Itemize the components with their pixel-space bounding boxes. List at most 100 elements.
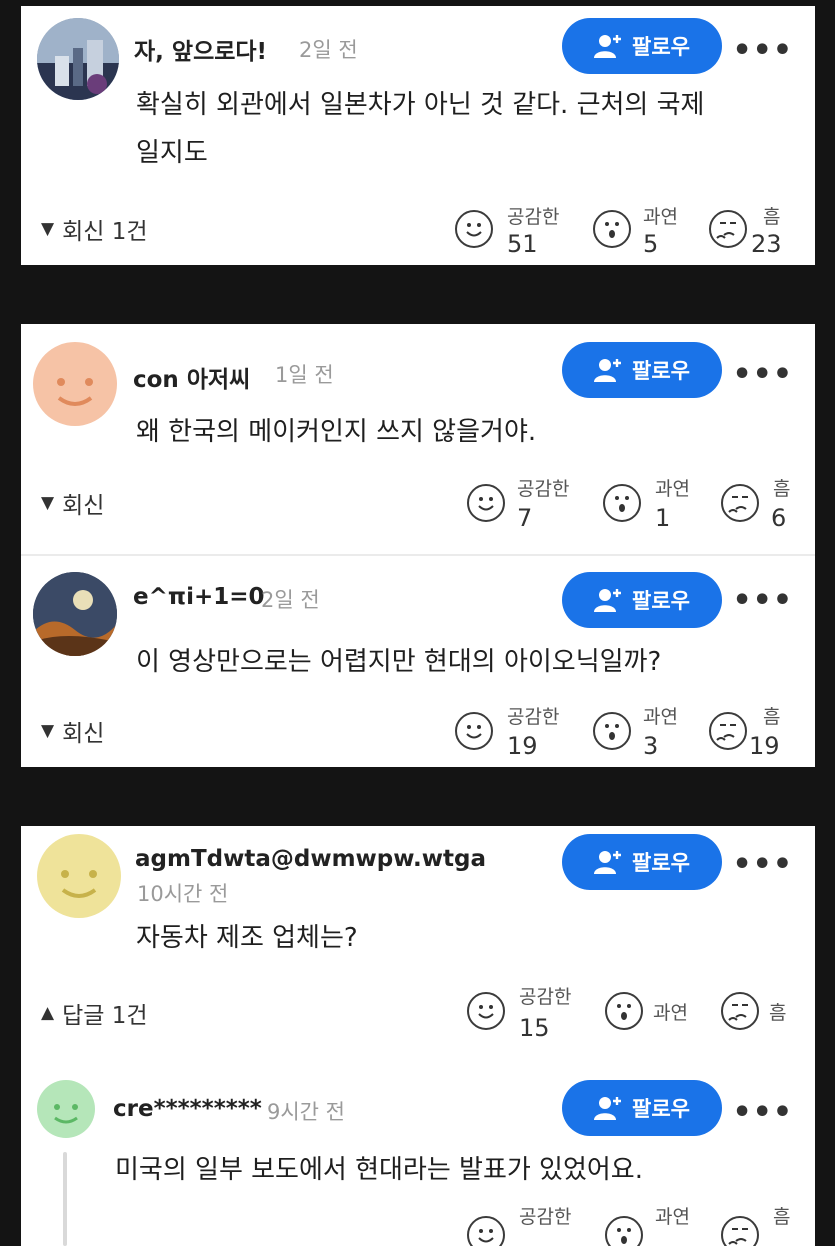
reaction-label: 과연 — [653, 1002, 688, 1024]
reaction-hmm[interactable]: 흠 — [721, 1202, 811, 1246]
reaction-label: 과연 — [655, 478, 690, 500]
caret-down-icon: ▼ — [41, 219, 55, 239]
follow-button[interactable]: 팔로우 — [562, 834, 722, 890]
follow-label: 팔로우 — [632, 851, 690, 875]
more-options-button[interactable]: ••• — [732, 1098, 793, 1128]
commenter-name[interactable]: e^πi+1=0 — [133, 584, 265, 610]
reaction-label: 공감한 — [519, 986, 572, 1008]
reaction-like[interactable]: 공감한 — [467, 1202, 587, 1246]
thinking-face-icon — [709, 210, 747, 248]
commenter-name[interactable]: cre********* — [113, 1096, 262, 1122]
reaction-label: 흠 — [773, 478, 791, 500]
reaction-hmm[interactable]: 흠 23 — [709, 202, 809, 262]
thinking-face-icon — [721, 1216, 759, 1246]
reaction-count: 1 — [655, 504, 671, 532]
reaction-like[interactable]: 공감한 19 — [455, 702, 575, 762]
replies-toggle[interactable]: ▼ 회신 1건 — [41, 212, 148, 246]
surprised-face-icon — [603, 484, 641, 522]
reaction-count: 7 — [517, 504, 533, 532]
reaction-label: 흠 — [769, 1002, 787, 1024]
avatar[interactable] — [37, 1080, 95, 1138]
reaction-label: 공감한 — [517, 478, 570, 500]
reaction-label: 과연 — [643, 706, 678, 728]
comment-text-line: 확실히 외관에서 일본차가 아닌 것 같다. 근처의 국제 — [136, 90, 705, 120]
comment-text: 확실히 외관에서 일본차가 아닌 것 같다. 근처의 국제 일지도 — [136, 81, 806, 177]
reaction-label: 흠 — [763, 706, 781, 728]
follow-label: 팔로우 — [632, 35, 690, 59]
comment-time: 10시간 전 — [137, 882, 229, 906]
comment-item: 자, 앞으로다! 2일 전 팔로우 ••• 확실히 외관에서 일본차가 아닌 것… — [21, 6, 815, 265]
caret-down-icon: ▼ — [41, 721, 55, 741]
follow-button[interactable]: 팔로우 — [562, 18, 722, 74]
reaction-label: 흠 — [773, 1206, 791, 1228]
add-person-icon — [594, 851, 622, 874]
more-options-button[interactable]: ••• — [732, 586, 793, 616]
commenter-name[interactable]: agmTdwta@dwmwpw.wtga — [135, 846, 486, 872]
reaction-count: 3 — [643, 732, 659, 760]
reaction-count: 6 — [771, 504, 787, 532]
smile-face-icon — [455, 210, 493, 248]
reaction-label: 과연 — [655, 1206, 690, 1228]
reaction-like[interactable]: 공감한 15 — [467, 982, 587, 1044]
replies-toggle-label: 회신 1건 — [62, 219, 148, 245]
reaction-indeed[interactable]: 과연 5 — [593, 202, 693, 262]
add-person-icon — [594, 35, 622, 58]
avatar[interactable] — [37, 834, 121, 918]
reaction-hmm[interactable]: 흠 — [721, 992, 811, 1036]
reaction-label: 흠 — [763, 206, 781, 228]
replies-toggle[interactable]: ▼ 회신 — [41, 486, 104, 520]
avatar[interactable] — [37, 18, 119, 100]
more-options-button[interactable]: ••• — [732, 850, 793, 880]
more-options-button[interactable]: ••• — [732, 360, 793, 390]
comment-time: 2일 전 — [261, 588, 320, 612]
reaction-count: 23 — [751, 230, 782, 258]
follow-label: 팔로우 — [632, 359, 690, 383]
thinking-face-icon — [721, 992, 759, 1030]
reaction-like[interactable]: 공감한 7 — [467, 474, 587, 534]
surprised-face-icon — [593, 712, 631, 750]
comment-card-2: con 아저씨 1일 전 팔로우 ••• 왜 한국의 메이커인지 쓰지 않을거야… — [21, 324, 815, 767]
replies-toggle[interactable]: ▼ 회신 — [41, 714, 104, 748]
thinking-face-icon — [721, 484, 759, 522]
reaction-count: 51 — [507, 230, 538, 258]
caret-down-icon: ▼ — [41, 493, 55, 513]
replies-toggle-label: 회신 — [62, 493, 105, 519]
reaction-hmm[interactable]: 흠 19 — [709, 702, 809, 762]
reaction-indeed[interactable]: 과연 — [605, 992, 705, 1036]
reaction-hmm[interactable]: 흠 6 — [721, 474, 811, 534]
smile-face-icon — [467, 484, 505, 522]
follow-button[interactable]: 팔로우 — [562, 572, 722, 628]
add-person-icon — [594, 359, 622, 382]
reaction-like[interactable]: 공감한 51 — [455, 202, 575, 262]
smile-face-icon — [467, 992, 505, 1030]
reaction-count: 15 — [519, 1014, 550, 1042]
replies-toggle[interactable]: ▲ 답글 1건 — [41, 996, 148, 1030]
reaction-indeed[interactable]: 과연 — [605, 1202, 705, 1246]
reaction-count: 19 — [749, 732, 780, 760]
comment-text: 이 영상만으로는 어렵지만 현대의 아이오닉일까? — [136, 647, 662, 677]
replies-toggle-label: 답글 1건 — [62, 1003, 148, 1029]
follow-label: 팔로우 — [632, 1097, 690, 1121]
more-options-button[interactable]: ••• — [732, 36, 793, 66]
reaction-indeed[interactable]: 과연 3 — [593, 702, 693, 762]
surprised-face-icon — [605, 992, 643, 1030]
thinking-face-icon — [709, 712, 747, 750]
add-person-icon — [594, 1097, 622, 1120]
avatar[interactable] — [33, 572, 117, 656]
reaction-count: 19 — [507, 732, 538, 760]
comment-text-line: 일지도 — [136, 138, 208, 168]
comment-card-3: agmTdwta@dwmwpw.wtga 10시간 전 팔로우 ••• 자동차 … — [21, 826, 815, 1246]
commenter-name[interactable]: con 아저씨 — [133, 360, 250, 394]
avatar[interactable] — [33, 342, 117, 426]
reaction-label: 과연 — [643, 206, 678, 228]
thread-line — [63, 1152, 67, 1246]
surprised-face-icon — [593, 210, 631, 248]
smile-face-icon — [455, 712, 493, 750]
follow-button[interactable]: 팔로우 — [562, 1080, 722, 1136]
reaction-indeed[interactable]: 과연 1 — [603, 474, 703, 534]
commenter-name[interactable]: 자, 앞으로다! — [134, 32, 267, 66]
comment-text: 자동차 제조 업체는? — [136, 923, 358, 953]
follow-button[interactable]: 팔로우 — [562, 342, 722, 398]
replies-toggle-label: 회신 — [62, 721, 105, 747]
reply-item: cre********* 9시간 전 팔로우 ••• 미국의 일부 보도에서 현… — [21, 1066, 815, 1246]
